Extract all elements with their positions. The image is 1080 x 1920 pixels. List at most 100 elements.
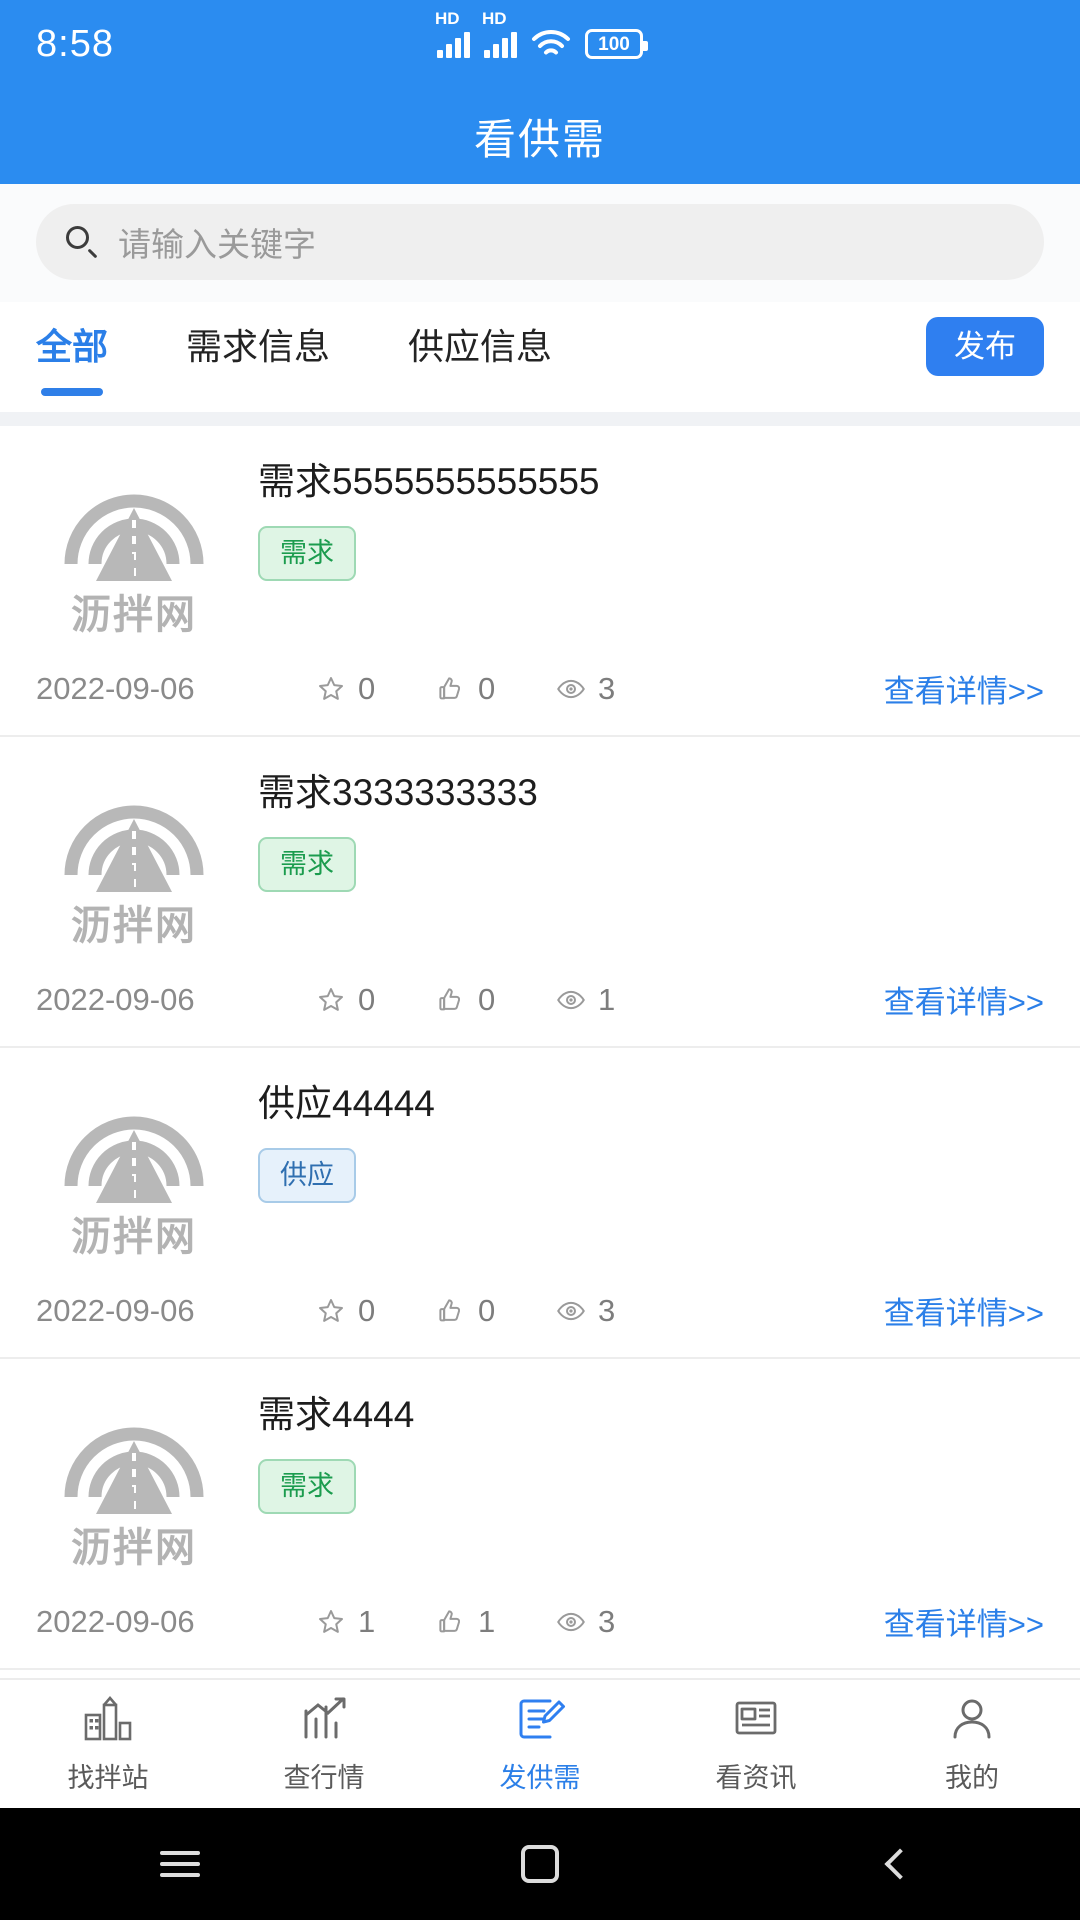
view-stat: 3 xyxy=(556,1604,676,1640)
nav-item-4[interactable]: 我的 xyxy=(864,1693,1080,1795)
favorite-stat[interactable]: 0 xyxy=(316,982,436,1018)
android-system-bar xyxy=(0,1808,1080,1920)
view-stat: 3 xyxy=(556,1293,676,1329)
list-item-body: 沥拌网 需求3333333333 需求 xyxy=(36,761,1044,951)
favorite-stat[interactable]: 1 xyxy=(316,1604,436,1640)
signal-1-icon: HD xyxy=(435,10,470,58)
edit-document-icon xyxy=(514,1693,566,1748)
list-item-content: 需求3333333333 需求 xyxy=(258,761,1044,951)
favorite-count: 0 xyxy=(358,670,376,706)
status-badge: 需求 xyxy=(258,837,356,893)
status-badge: 需求 xyxy=(258,1459,356,1515)
search-input[interactable]: 请输入关键字 xyxy=(36,204,1044,280)
like-count: 1 xyxy=(478,1603,496,1639)
star-icon xyxy=(316,674,346,704)
list-item-title: 需求3333333333 xyxy=(258,772,538,813)
list-item-body: 沥拌网 需求5555555555555 需求 xyxy=(36,450,1044,640)
thumbs-up-icon xyxy=(436,1607,466,1637)
logo-text: 沥拌网 xyxy=(71,1526,197,1570)
tab-supply[interactable]: 供应信息 xyxy=(408,318,552,374)
list-item-meta: 2022-09-06 1 1 3 查看详情>> xyxy=(36,1573,1044,1668)
eye-icon xyxy=(556,985,586,1015)
user-icon xyxy=(946,1693,998,1748)
road-arch-logo-icon xyxy=(59,1090,209,1208)
logo-text: 沥拌网 xyxy=(71,593,197,637)
view-count: 3 xyxy=(598,1292,616,1328)
nav-item-1[interactable]: 查行情 xyxy=(216,1693,432,1795)
tab-demand[interactable]: 需求信息 xyxy=(186,318,330,374)
road-arch-logo-icon xyxy=(59,1401,209,1519)
listing-logo: 沥拌网 xyxy=(36,450,232,640)
favorite-stat[interactable]: 0 xyxy=(316,671,436,707)
view-stat: 3 xyxy=(556,671,676,707)
view-detail-link[interactable]: 查看详情>> xyxy=(884,977,1044,1022)
logo-text: 沥拌网 xyxy=(71,1215,197,1259)
publish-date: 2022-09-06 xyxy=(36,981,195,1017)
nav-item-label: 我的 xyxy=(945,1763,999,1793)
view-count: 3 xyxy=(598,670,616,706)
nav-item-2[interactable]: 发供需 xyxy=(432,1693,648,1795)
status-badge: 需求 xyxy=(258,526,356,582)
tab-underline-space xyxy=(0,390,1080,412)
star-icon xyxy=(316,985,346,1015)
nav-item-label: 查行情 xyxy=(283,1763,365,1793)
list-item[interactable]: 沥拌网 需求3333333333 需求 2022-09-06 0 0 1 查看详… xyxy=(0,737,1080,1048)
view-detail-link[interactable]: 查看详情>> xyxy=(884,666,1044,711)
thumbs-up-icon xyxy=(436,985,466,1015)
status-bar: 8:58 HD HD 100 xyxy=(0,0,1080,88)
battery-level: 100 xyxy=(598,33,630,55)
eye-icon xyxy=(556,1296,586,1326)
eye-icon xyxy=(556,1607,586,1637)
supply-demand-list[interactable]: 沥拌网 需求5555555555555 需求 2022-09-06 0 0 3 … xyxy=(0,426,1080,1678)
view-stat: 1 xyxy=(556,982,676,1018)
publish-date: 2022-09-06 xyxy=(36,670,195,706)
list-item[interactable]: 沥拌网 需求4444 需求 2022-09-06 1 1 3 查看详情>> xyxy=(0,1359,1080,1670)
nav-item-0[interactable]: 找拌站 xyxy=(0,1693,216,1795)
search-section: 请输入关键字 xyxy=(0,184,1080,302)
list-item-meta: 2022-09-06 0 0 3 查看详情>> xyxy=(36,1262,1044,1357)
publish-date: 2022-09-06 xyxy=(36,1292,195,1328)
page-title: 看供需 xyxy=(473,115,606,163)
view-detail-link[interactable]: 查看详情>> xyxy=(884,1288,1044,1333)
search-icon xyxy=(66,226,98,259)
android-back-button[interactable] xyxy=(720,1848,1080,1880)
list-item[interactable]: 沥拌网 供应44444 供应 2022-09-06 0 0 3 查看详情>> xyxy=(0,1048,1080,1359)
android-menu-button[interactable] xyxy=(0,1844,360,1884)
favorite-stat[interactable]: 0 xyxy=(316,1293,436,1329)
view-count: 1 xyxy=(598,981,616,1017)
list-item-title: 供应44444 xyxy=(258,1083,435,1124)
like-stat[interactable]: 0 xyxy=(436,671,556,707)
search-placeholder: 请输入关键字 xyxy=(118,226,316,263)
like-stat[interactable]: 0 xyxy=(436,982,556,1018)
road-arch-logo-icon xyxy=(59,468,209,586)
list-item[interactable]: 沥拌网 需求5555555555555 需求 2022-09-06 0 0 3 … xyxy=(0,426,1080,737)
status-badge: 供应 xyxy=(258,1148,356,1204)
view-detail-link[interactable]: 查看详情>> xyxy=(884,1599,1044,1644)
logo-text: 沥拌网 xyxy=(71,904,197,948)
tab-bar: 全部 需求信息 供应信息 发布 xyxy=(0,302,1080,390)
chart-trend-icon xyxy=(298,1693,350,1748)
favorite-count: 1 xyxy=(358,1603,376,1639)
bottom-navigation: 找拌站 查行情 发供需 看资讯 我的 xyxy=(0,1678,1080,1808)
app-screen: 8:58 HD HD 100 看供需 请输入关键字 全部 需求信息 供应信息 发… xyxy=(0,0,1080,1920)
list-item-body: 沥拌网 需求4444 需求 xyxy=(36,1383,1044,1573)
like-stat[interactable]: 0 xyxy=(436,1293,556,1329)
nav-item-label: 找拌站 xyxy=(67,1763,149,1793)
nav-item-label: 看资讯 xyxy=(715,1763,797,1793)
list-item-content: 供应44444 供应 xyxy=(258,1072,1044,1262)
listing-logo: 沥拌网 xyxy=(36,1072,232,1262)
like-stat[interactable]: 1 xyxy=(436,1604,556,1640)
list-item-meta: 2022-09-06 0 0 1 查看详情>> xyxy=(36,951,1044,1046)
tab-all[interactable]: 全部 xyxy=(36,318,108,374)
road-arch-logo-icon xyxy=(59,779,209,897)
status-clock: 8:58 xyxy=(36,22,114,65)
signal-2-icon: HD xyxy=(482,10,517,58)
star-icon xyxy=(316,1296,346,1326)
section-divider xyxy=(0,412,1080,426)
publish-button[interactable]: 发布 xyxy=(926,316,1044,376)
wifi-icon xyxy=(531,29,571,59)
android-home-button[interactable] xyxy=(360,1845,720,1883)
nav-item-3[interactable]: 看资讯 xyxy=(648,1693,864,1795)
favorite-count: 0 xyxy=(358,981,376,1017)
hd-label-2: HD xyxy=(482,9,507,28)
